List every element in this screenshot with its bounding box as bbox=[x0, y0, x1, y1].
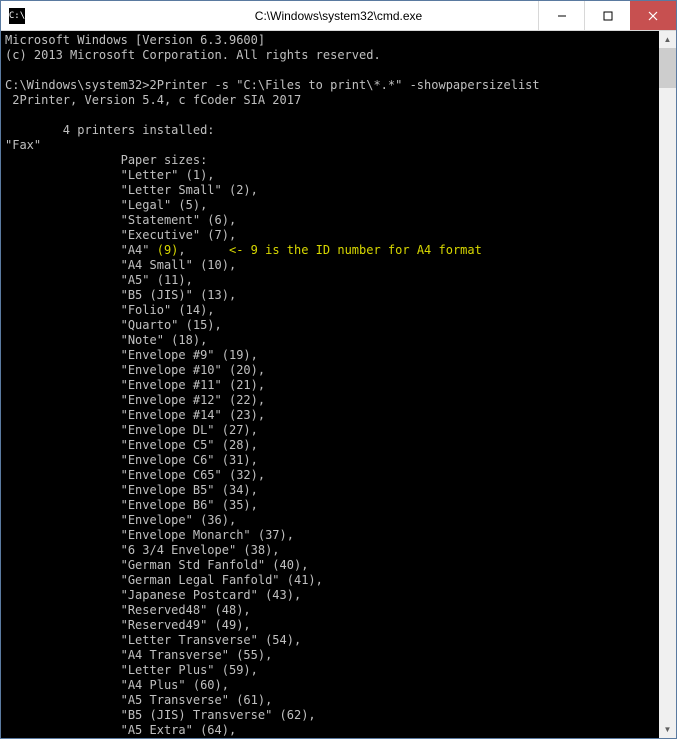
terminal-output[interactable]: Microsoft Windows [Version 6.3.9600] (c)… bbox=[1, 31, 659, 738]
window-controls bbox=[538, 1, 676, 30]
vertical-scrollbar[interactable]: ▲ ▼ bbox=[659, 31, 676, 738]
scroll-down-button[interactable]: ▼ bbox=[659, 721, 676, 738]
scroll-up-button[interactable]: ▲ bbox=[659, 31, 676, 48]
maximize-button[interactable] bbox=[584, 1, 630, 30]
close-button[interactable] bbox=[630, 1, 676, 30]
scroll-track[interactable] bbox=[659, 48, 676, 721]
cmd-icon: C:\ bbox=[9, 8, 25, 24]
window-title: C:\Windows\system32\cmd.exe bbox=[255, 9, 422, 23]
terminal-container: Microsoft Windows [Version 6.3.9600] (c)… bbox=[1, 31, 676, 738]
window-titlebar[interactable]: C:\ C:\Windows\system32\cmd.exe bbox=[1, 1, 676, 31]
minimize-button[interactable] bbox=[538, 1, 584, 30]
scroll-thumb[interactable] bbox=[659, 48, 676, 88]
